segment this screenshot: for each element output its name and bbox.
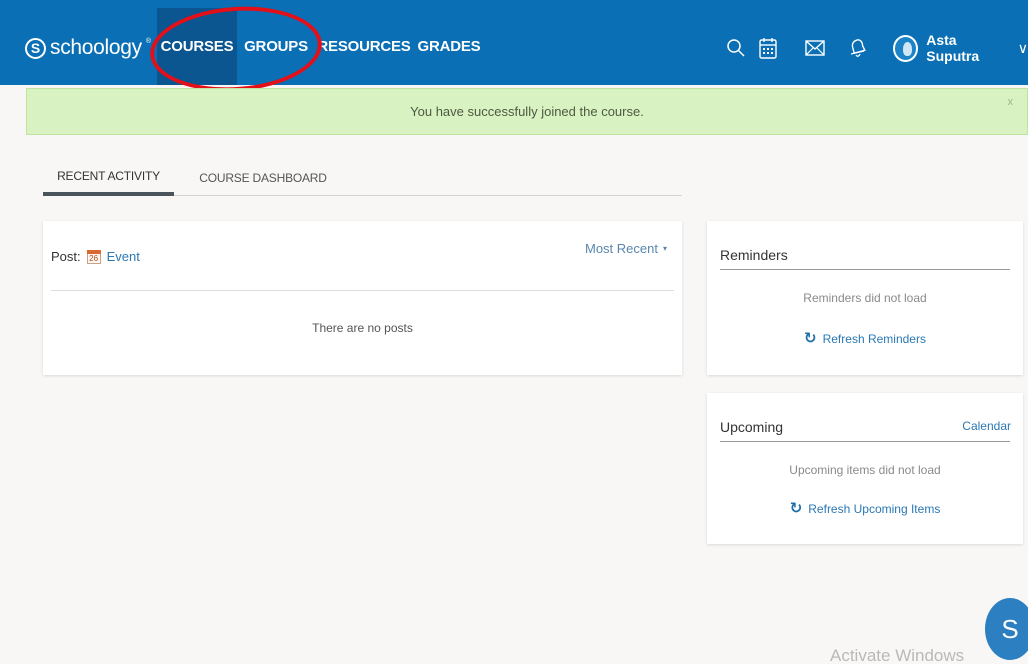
reminders-widget: Reminders Reminders did not load ↻ Refre…	[707, 221, 1023, 375]
top-nav-bar: S schoology ® COURSES GROUPS RESOURCES G…	[0, 0, 1028, 85]
event-calendar-icon[interactable]: 26	[86, 249, 101, 264]
success-banner: You have successfully joined the course.…	[26, 88, 1028, 135]
close-icon[interactable]: x	[1008, 96, 1014, 108]
divider	[720, 441, 1010, 442]
schoology-s-icon: S	[985, 598, 1028, 660]
tab-course-dashboard[interactable]: COURSE DASHBOARD	[198, 160, 328, 196]
sort-label: Most Recent	[585, 241, 658, 256]
search-icon[interactable]	[722, 34, 750, 62]
activate-windows-watermark: Activate Windows	[830, 646, 965, 664]
nav-courses[interactable]: COURSES	[157, 8, 237, 85]
reminders-title: Reminders	[720, 247, 788, 263]
divider	[51, 290, 674, 291]
calendar-link[interactable]: Calendar	[962, 419, 1011, 433]
chevron-down-icon: ∨	[1017, 39, 1028, 56]
bell-icon[interactable]	[844, 34, 872, 62]
activity-card: Post: 26 Event Most Recent ▾ There are n…	[43, 221, 682, 375]
avatar	[893, 34, 919, 62]
user-menu[interactable]: Asta Suputra ∨	[893, 32, 1028, 64]
schoology-logo[interactable]: S schoology ®	[25, 36, 151, 60]
calendar-icon[interactable]	[754, 34, 782, 62]
nav-grades[interactable]: GRADES	[414, 8, 484, 85]
reminders-error-message: Reminders did not load	[803, 291, 927, 305]
caret-down-icon: ▾	[662, 244, 667, 253]
sort-dropdown[interactable]: Most Recent ▾	[585, 241, 667, 256]
user-name: Asta Suputra	[926, 32, 980, 64]
refresh-reminders-button[interactable]: ↻ Refresh Reminders	[707, 331, 1023, 346]
mail-icon[interactable]	[801, 34, 829, 62]
post-row: Post: 26 Event	[51, 249, 140, 264]
tab-recent-activity[interactable]: RECENT ACTIVITY	[43, 160, 174, 196]
activity-tabs: RECENT ACTIVITY COURSE DASHBOARD	[43, 160, 682, 196]
logo-trademark: ®	[145, 38, 152, 45]
refresh-icon: ↻	[789, 500, 803, 517]
logo-mark: S	[25, 37, 46, 59]
divider	[720, 269, 1010, 270]
refresh-upcoming-label: Refresh Upcoming Items	[808, 501, 941, 516]
empty-posts-message: There are no posts	[312, 321, 413, 335]
refresh-upcoming-button[interactable]: ↻ Refresh Upcoming Items	[707, 501, 1023, 516]
upcoming-widget: Upcoming Calendar Upcoming items did not…	[707, 393, 1023, 544]
event-link[interactable]: Event	[107, 249, 140, 264]
help-chat-button[interactable]: S	[985, 598, 1028, 664]
logo-text: schoology	[50, 36, 142, 59]
upcoming-error-message: Upcoming items did not load	[789, 463, 941, 477]
nav-groups[interactable]: GROUPS	[240, 8, 312, 85]
banner-message: You have successfully joined the course.	[410, 104, 644, 119]
refresh-icon: ↻	[804, 330, 817, 347]
refresh-reminders-label: Refresh Reminders	[822, 331, 926, 346]
nav-resources[interactable]: RESOURCES	[317, 8, 410, 85]
upcoming-title: Upcoming	[720, 419, 784, 435]
post-label: Post:	[51, 249, 81, 264]
